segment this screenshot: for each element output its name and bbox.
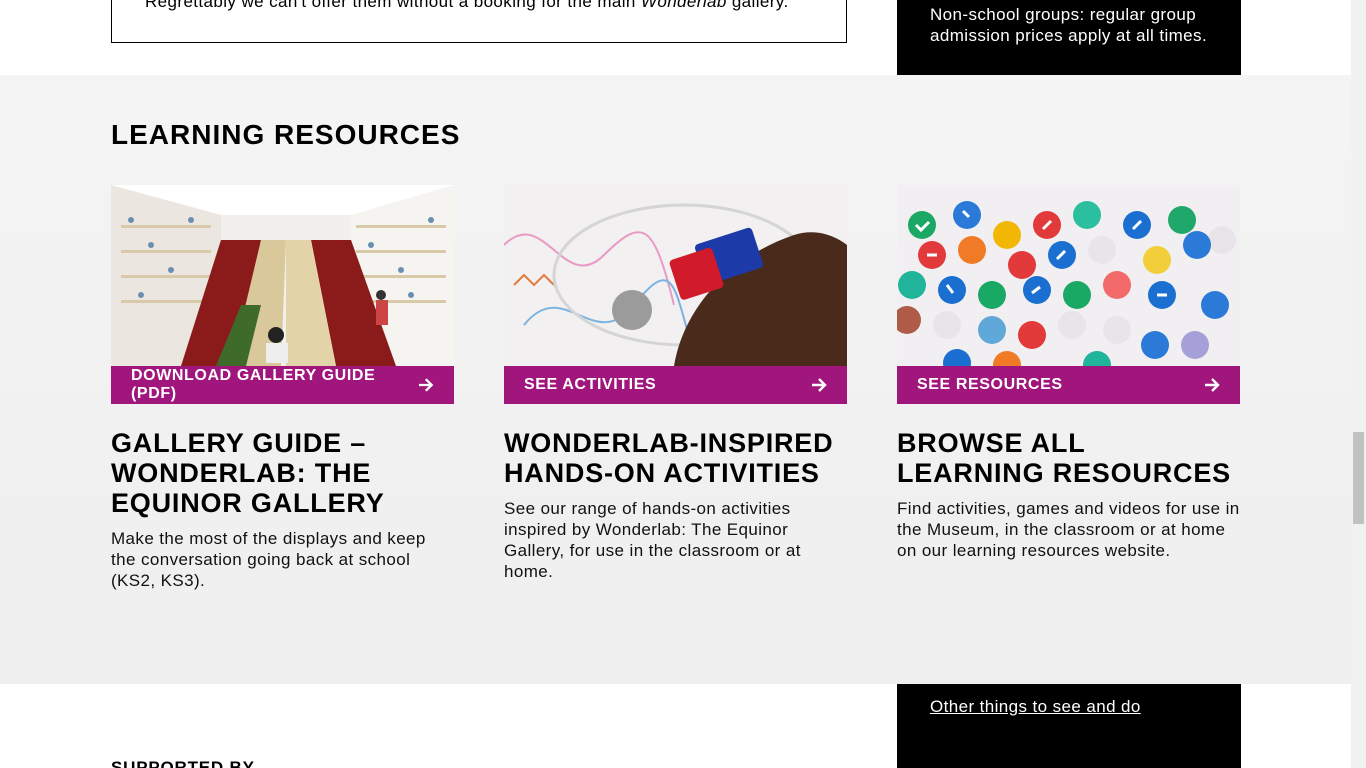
arrow-right-icon xyxy=(812,378,827,392)
colourful-discs-image[interactable] xyxy=(897,185,1240,366)
card-description: Make the most of the displays and keep t… xyxy=(111,529,426,590)
card-heading: WONDERLAB-INSPIRED HANDS-ON ACTIVITIES xyxy=(504,428,834,488)
card-heading: GALLERY GUIDE – WONDERLAB: THE EQUINOR G… xyxy=(111,428,385,518)
card-heading: BROWSE ALL LEARNING RESOURCES xyxy=(897,428,1231,488)
learning-resources-section: LEARNING RESOURCES DOWNLOAD GALLERY GUID… xyxy=(0,75,1351,684)
resource-card-gallery-guide: DOWNLOAD GALLERY GUIDE (PDF) GALLERY GUI… xyxy=(111,185,454,591)
sidebar-info-panel: Non-school groups: regular group admissi… xyxy=(897,0,1241,75)
magnet-activity-image[interactable] xyxy=(504,185,847,366)
other-things-link[interactable]: Other things to see and do xyxy=(930,697,1141,717)
card-description: Find activities, games and videos for us… xyxy=(897,499,1240,560)
see-activities-button[interactable]: SEE ACTIVITIES xyxy=(504,366,847,404)
resource-card-activities: SEE ACTIVITIES WONDERLAB-INSPIRED HANDS-… xyxy=(504,185,847,582)
gallery-slides-image[interactable] xyxy=(111,185,454,366)
button-label: SEE RESOURCES xyxy=(917,376,1063,393)
arrow-right-icon xyxy=(419,378,434,392)
arrow-right-icon xyxy=(1205,378,1220,392)
notice-text: Regrettably we can't offer them without … xyxy=(145,0,789,11)
download-gallery-guide-button[interactable]: DOWNLOAD GALLERY GUIDE (PDF) xyxy=(111,366,454,404)
button-label: DOWNLOAD GALLERY GUIDE (PDF) xyxy=(131,367,376,402)
sidebar-links-panel: Other things to see and do xyxy=(897,684,1241,768)
page-scrollbar[interactable] xyxy=(1351,0,1366,768)
see-resources-button[interactable]: SEE RESOURCES xyxy=(897,366,1240,404)
supported-by-heading: SUPPORTED BY xyxy=(111,758,255,768)
notice-box: Regrettably we can't offer them without … xyxy=(111,0,847,43)
card-description: See our range of hands-on activities ins… xyxy=(504,499,801,581)
section-title: LEARNING RESOURCES xyxy=(111,119,461,150)
sidebar-info-text: Non-school groups: regular group admissi… xyxy=(930,5,1208,45)
scrollbar-thumb[interactable] xyxy=(1353,432,1364,524)
button-label: SEE ACTIVITIES xyxy=(524,376,657,393)
resource-card-browse: SEE RESOURCES BROWSE ALL LEARNING RESOUR… xyxy=(897,185,1240,561)
